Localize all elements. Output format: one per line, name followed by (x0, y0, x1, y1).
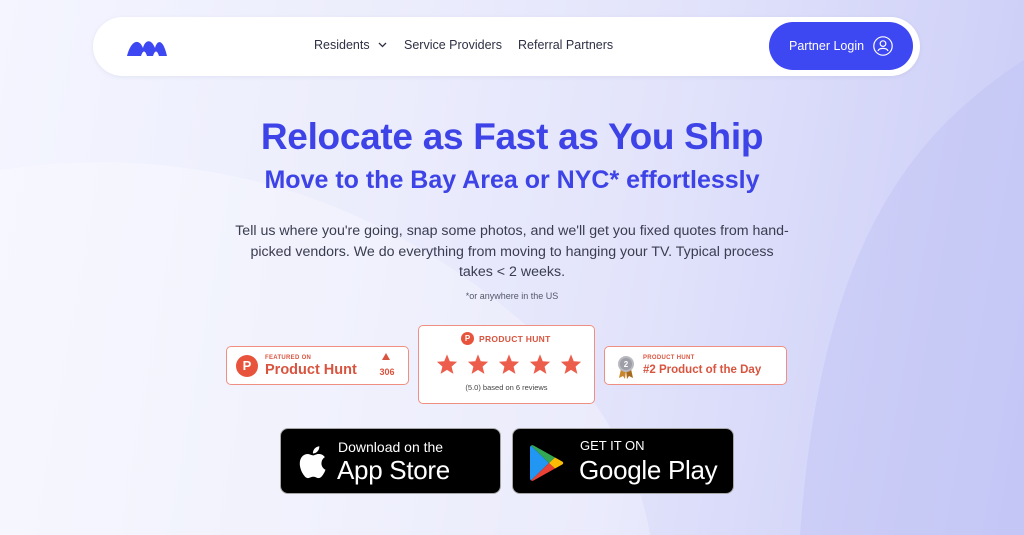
potd-product-hunt-label: PRODUCT HUNT (643, 355, 695, 361)
app-store-small-label: Download on the (338, 439, 444, 455)
hero-footnote: *or anywhere in the US (465, 291, 559, 301)
partner-login-label: Partner Login (789, 39, 865, 53)
apple-icon (299, 446, 326, 479)
star-icon (529, 354, 551, 374)
nav-residents[interactable]: Residents (314, 38, 387, 52)
product-hunt-header: P PRODUCT HUNT (461, 332, 551, 345)
product-hunt-rating-badge[interactable]: P PRODUCT HUNT (5.0) based on 6 reviews (418, 325, 595, 404)
user-icon (873, 36, 893, 56)
hero-subtitle: Move to the Bay Area or NYC* effortlessl… (264, 166, 760, 194)
product-hunt-icon: P (461, 332, 474, 345)
rating-stars (436, 353, 582, 375)
partner-login-button[interactable]: Partner Login (769, 22, 913, 70)
app-store-big-label: App Store (337, 455, 450, 485)
product-hunt-icon: P (236, 355, 258, 377)
medal-number: 2 (624, 360, 629, 369)
brand-logo[interactable] (125, 36, 169, 58)
medal-icon: 2 (618, 356, 634, 379)
hero-description: Tell us where you're going, snap some ph… (235, 223, 789, 280)
app-store-button[interactable]: Download on the App Store (280, 428, 501, 494)
upvote-arrow-icon (382, 353, 390, 360)
hero-title: Relocate as Fast as You Ship (260, 116, 764, 157)
upvote-count: 306 (379, 367, 395, 377)
navbar: Residents Service Providers Referral Par… (93, 17, 920, 76)
nav-residents-label: Residents (314, 38, 370, 52)
featured-on-label: FEATURED ON (265, 355, 312, 361)
star-icon (498, 354, 520, 374)
google-play-small-label: GET IT ON (580, 438, 645, 453)
google-play-icon (530, 445, 564, 481)
google-play-big-label: Google Play (579, 455, 718, 485)
reviews-summary: (5.0) based on 6 reviews (465, 383, 548, 392)
google-play-button[interactable]: GET IT ON Google Play (512, 428, 734, 494)
chevron-down-icon (378, 42, 387, 48)
star-icon (560, 354, 582, 374)
product-hunt-featured-badge[interactable]: P FEATURED ON Product Hunt 306 (226, 346, 409, 385)
star-icon (436, 354, 458, 374)
product-hunt-label: Product Hunt (265, 362, 357, 378)
nav-service-providers[interactable]: Service Providers (404, 38, 502, 52)
nav-referral-partners[interactable]: Referral Partners (518, 38, 613, 52)
product-hunt-rating-label: PRODUCT HUNT (479, 333, 551, 344)
product-of-the-day-label: #2 Product of the Day (643, 364, 762, 376)
product-of-the-day-badge[interactable]: 2 PRODUCT HUNT #2 Product of the Day (604, 346, 787, 385)
star-icon (467, 354, 489, 374)
